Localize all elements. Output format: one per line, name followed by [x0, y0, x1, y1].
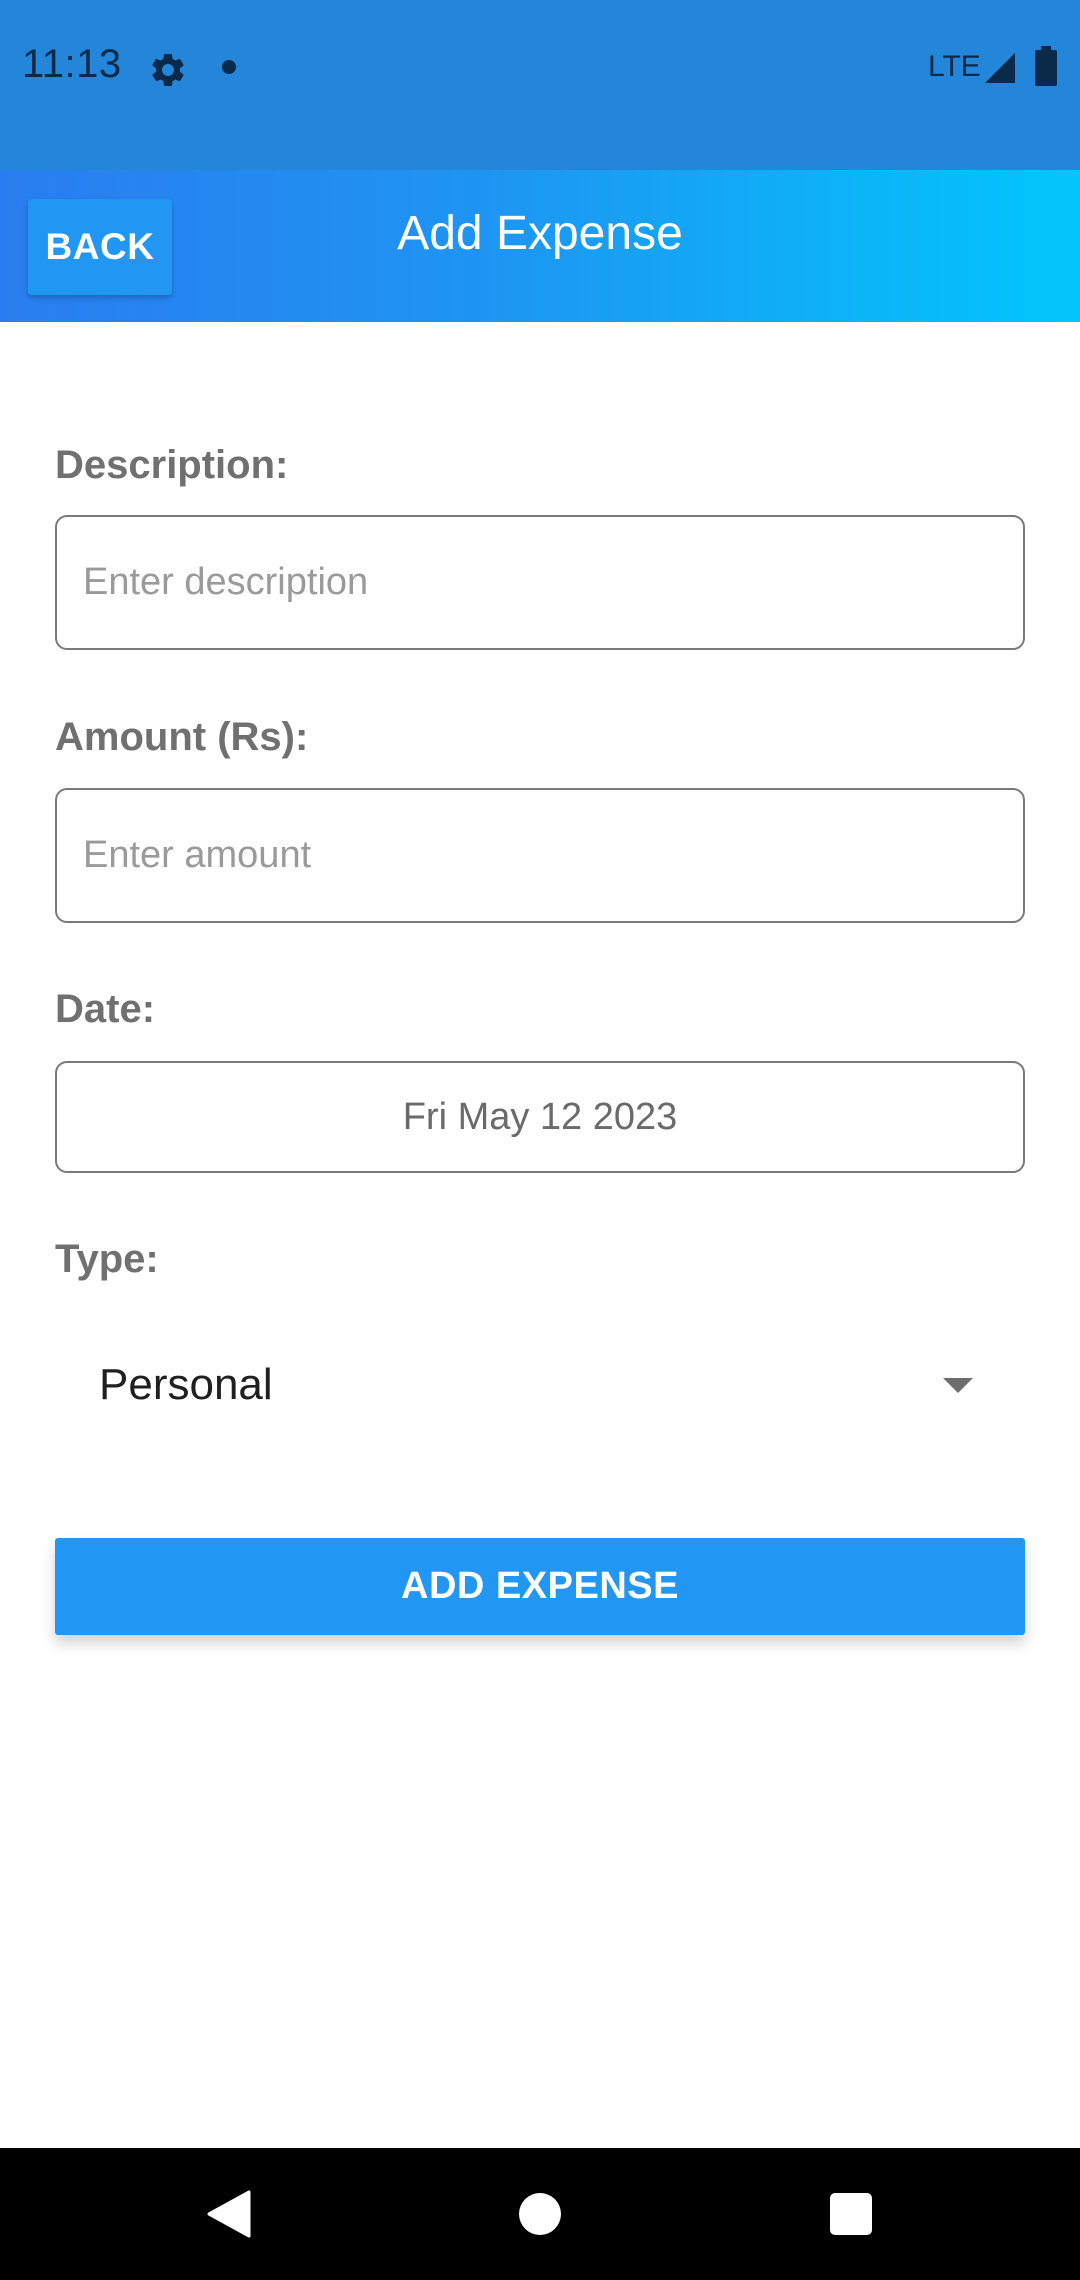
- page-title: Add Expense: [397, 207, 683, 260]
- amount-input[interactable]: [55, 788, 1025, 923]
- gear-icon: [152, 53, 184, 86]
- type-selected-value: Personal: [99, 1360, 273, 1409]
- back-icon[interactable]: [205, 2190, 251, 2238]
- chevron-down-icon: [943, 1378, 973, 1393]
- signal-icon: [985, 53, 1015, 83]
- navigation-bar: [0, 2148, 1080, 2280]
- network-type: LTE: [928, 50, 981, 83]
- description-label: Description:: [55, 443, 289, 487]
- date-value: Fri May 12 2023: [402, 1095, 678, 1138]
- type-label: Type:: [55, 1237, 159, 1281]
- status-bar: 11:13 LTE: [0, 0, 1080, 170]
- app-header: BACK Add Expense: [0, 170, 1080, 322]
- amount-label: Amount (Rs):: [55, 715, 309, 759]
- notification-dot-icon: [222, 60, 236, 74]
- recents-icon[interactable]: [830, 2193, 872, 2235]
- status-time: 11:13: [22, 42, 122, 86]
- type-dropdown[interactable]: Personal: [55, 1330, 1025, 1440]
- date-label: Date:: [55, 987, 156, 1031]
- description-input[interactable]: [55, 515, 1025, 650]
- battery-icon: [1035, 46, 1057, 86]
- home-icon[interactable]: [519, 2193, 561, 2235]
- date-picker-field[interactable]: Fri May 12 2023: [55, 1061, 1025, 1173]
- add-expense-button[interactable]: ADD EXPENSE: [55, 1538, 1025, 1635]
